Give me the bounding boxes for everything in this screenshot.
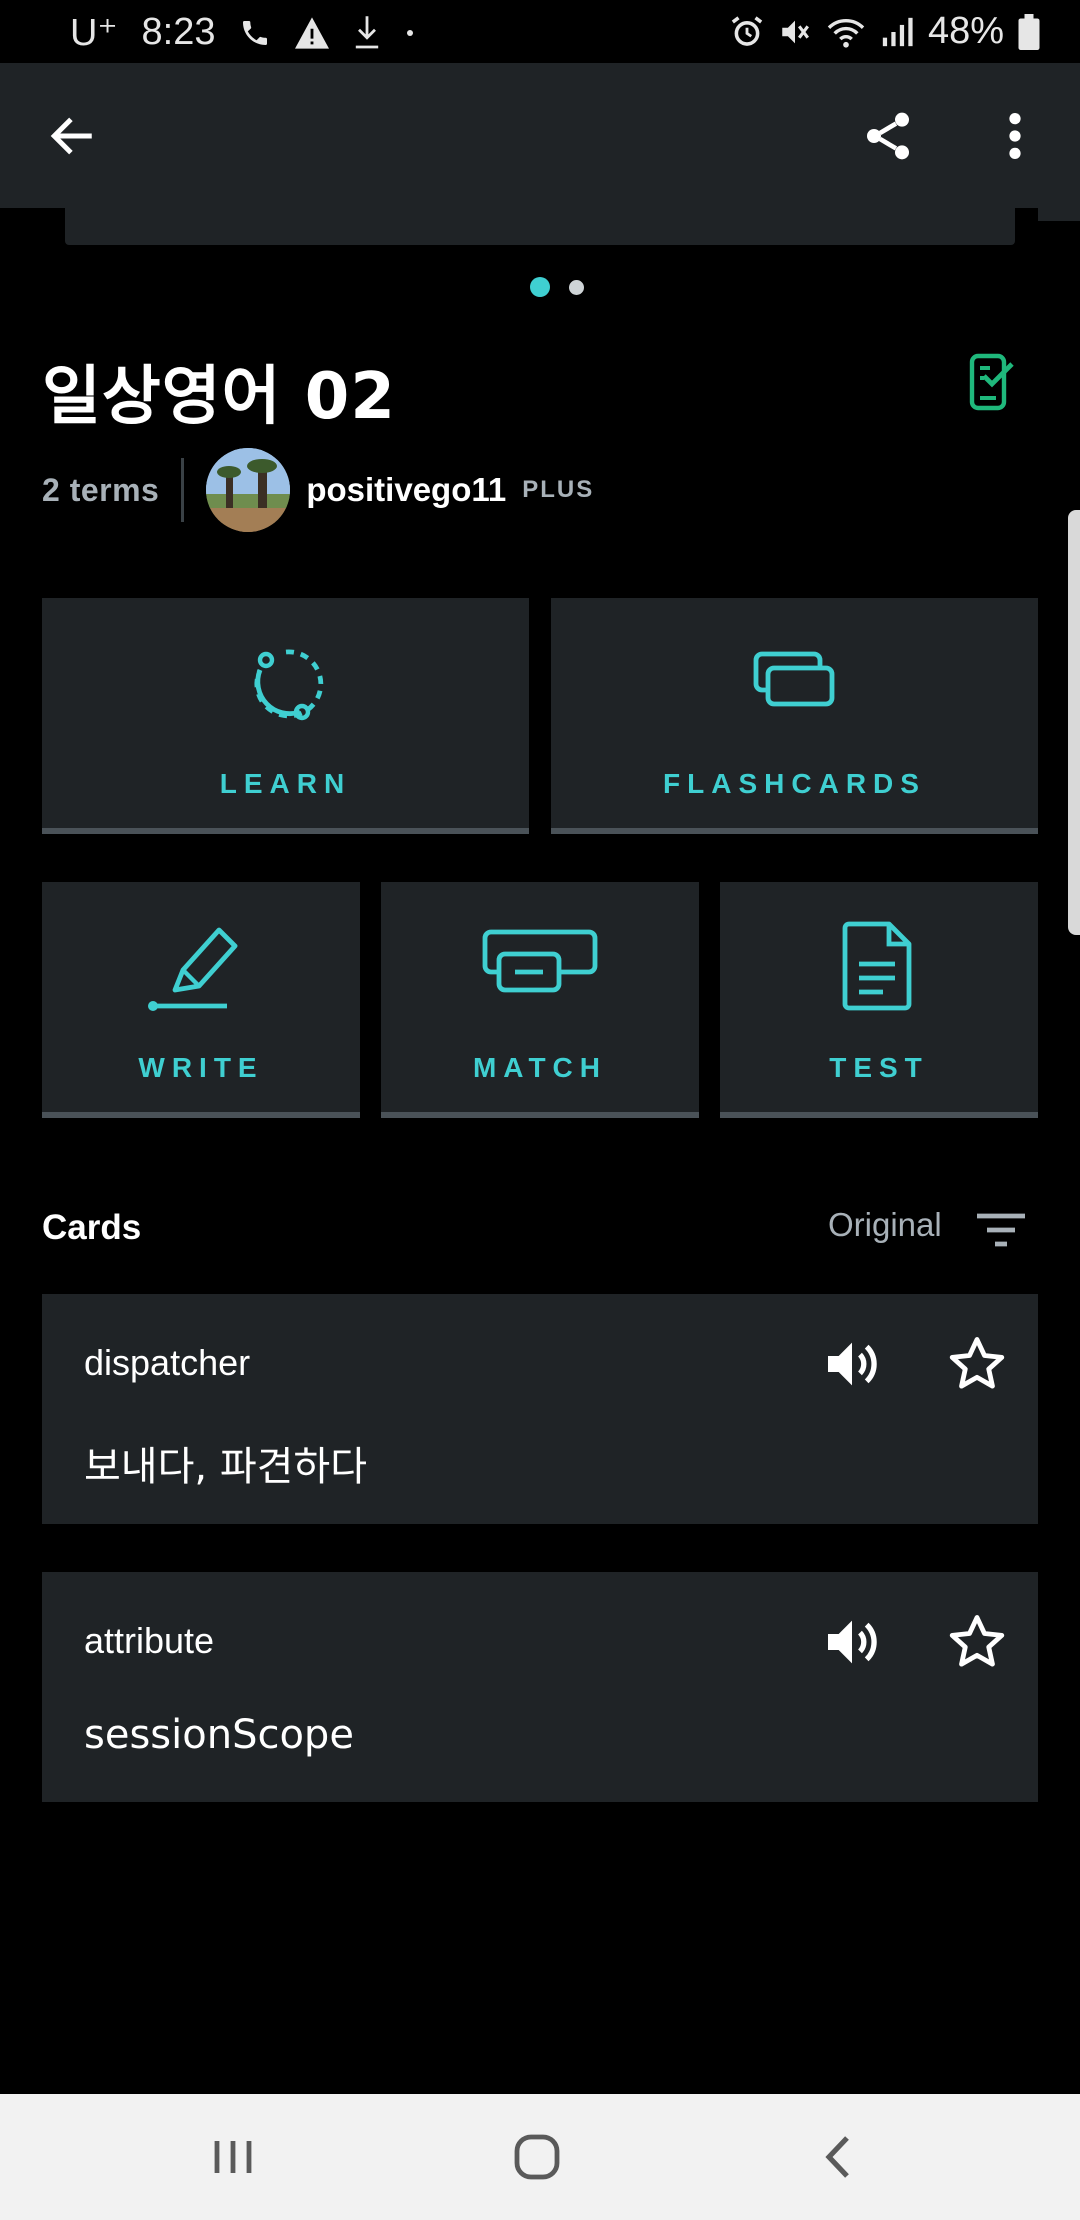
- set-meta: 2 terms positivego11 PLUS: [42, 445, 594, 535]
- arrow-left-icon: [50, 117, 92, 155]
- match-mode-button[interactable]: MATCH: [381, 882, 699, 1118]
- more-vertical-icon: [1009, 113, 1021, 159]
- star-button[interactable]: [945, 1332, 1009, 1396]
- sort-label[interactable]: Original: [828, 1206, 942, 1244]
- flashcards-mode-button[interactable]: FLASHCARDS: [551, 598, 1038, 834]
- card-term: dispatcher: [84, 1342, 251, 1383]
- set-title: 일상영어 02: [42, 360, 396, 434]
- home-button[interactable]: [494, 2117, 580, 2197]
- sort-icon: [977, 1213, 1025, 1247]
- username[interactable]: positivego11: [306, 471, 506, 509]
- cards-heading: Cards: [42, 1208, 142, 1247]
- home-icon: [514, 2134, 560, 2180]
- warning-icon: [295, 16, 330, 49]
- speaker-icon: [828, 1342, 877, 1386]
- audio-button[interactable]: [820, 1610, 884, 1674]
- overflow-menu-button[interactable]: [972, 93, 1058, 179]
- wifi-icon: [827, 18, 865, 48]
- phone-icon: [243, 20, 268, 45]
- mute-icon: [782, 20, 809, 43]
- app-bar: [0, 63, 1080, 208]
- carrier-label: U⁺: [70, 12, 118, 54]
- write-mode-button[interactable]: WRITE: [42, 882, 360, 1118]
- match-icon: [482, 929, 598, 993]
- scrollbar[interactable]: [1068, 510, 1080, 935]
- card-definition: sessionScope: [84, 1712, 354, 1758]
- divider: [181, 458, 185, 522]
- offline-check-button[interactable]: [968, 352, 1028, 422]
- test-label: TEST: [829, 1052, 929, 1083]
- test-icon: [842, 921, 912, 1011]
- card-term: attribute: [84, 1620, 215, 1661]
- sort-button[interactable]: [975, 1210, 1037, 1258]
- status-time: 8:23: [141, 11, 216, 53]
- chevron-left-icon: [825, 2136, 849, 2178]
- test-mode-button[interactable]: TEST: [720, 882, 1038, 1118]
- dot-icon: [407, 29, 414, 36]
- speaker-icon: [828, 1620, 877, 1664]
- battery-icon: [1018, 13, 1040, 50]
- phone-check-icon: [969, 353, 1014, 411]
- flashcards-icon: [753, 651, 834, 707]
- star-outline-icon: [949, 1615, 1005, 1667]
- battery-percent: 48%: [927, 10, 1004, 52]
- plus-badge: PLUS: [522, 476, 595, 503]
- back-button[interactable]: [30, 93, 116, 179]
- share-icon: [867, 112, 909, 160]
- share-button[interactable]: [845, 93, 931, 179]
- system-nav-bar: [0, 2094, 1080, 2220]
- learn-icon: [253, 649, 323, 721]
- star-button[interactable]: [945, 1610, 1009, 1674]
- carousel-card-next[interactable]: [1038, 195, 1080, 221]
- term-card[interactable]: dispatcher 보내다, 파견하다: [42, 1294, 1038, 1524]
- carousel-card[interactable]: [65, 195, 1015, 245]
- avatar-image: [206, 448, 291, 532]
- carousel-dot[interactable]: [569, 280, 584, 295]
- avatar[interactable]: [206, 448, 291, 532]
- audio-button[interactable]: [820, 1332, 884, 1396]
- alarm-icon: [731, 15, 763, 46]
- term-card[interactable]: attribute sessionScope: [42, 1572, 1038, 1802]
- terms-count: 2 terms: [42, 471, 160, 508]
- star-outline-icon: [949, 1337, 1005, 1389]
- back-nav-button[interactable]: [795, 2117, 881, 2197]
- carousel-dot-active[interactable]: [530, 277, 550, 297]
- download-icon: [356, 15, 379, 48]
- write-label: WRITE: [138, 1052, 264, 1083]
- match-label: MATCH: [472, 1052, 607, 1083]
- signal-icon: [882, 17, 913, 46]
- card-definition: 보내다, 파견하다: [84, 1444, 368, 1490]
- learn-label: LEARN: [219, 768, 352, 799]
- flashcards-label: FLASHCARDS: [663, 768, 926, 799]
- write-icon: [148, 927, 238, 1011]
- recents-icon: [214, 2141, 252, 2173]
- recents-button[interactable]: [190, 2117, 276, 2197]
- learn-mode-button[interactable]: LEARN: [42, 598, 529, 834]
- status-bar: U⁺ 8:23 48%: [0, 0, 1080, 63]
